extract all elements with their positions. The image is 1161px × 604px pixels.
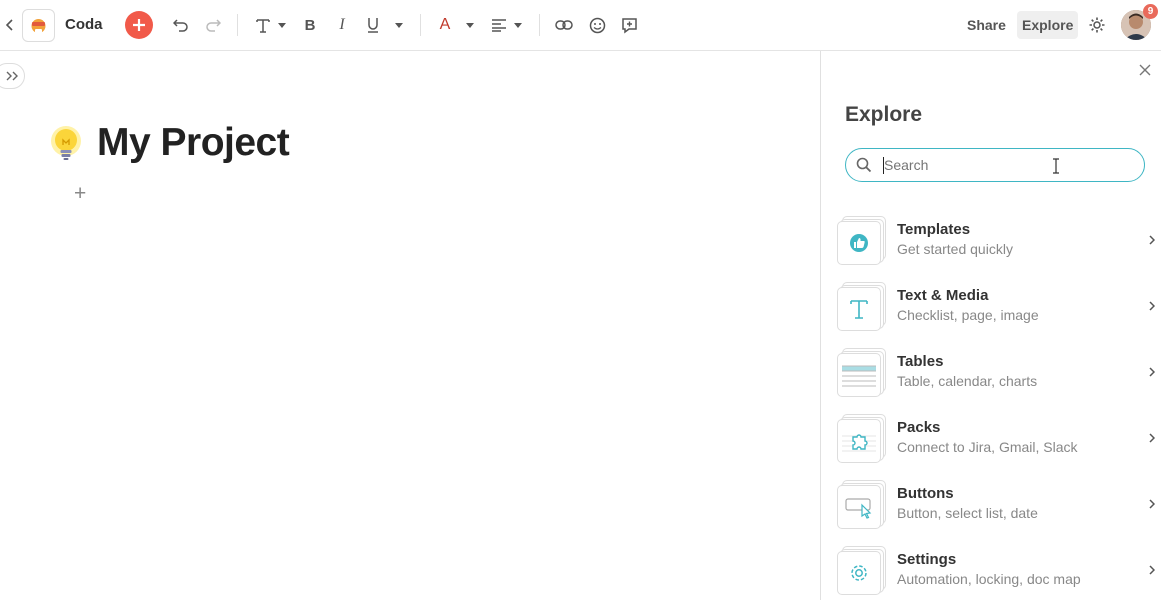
app-logo[interactable] <box>22 9 55 42</box>
redo-icon[interactable] <box>205 17 221 33</box>
explore-item-title: Packs <box>897 419 941 436</box>
align-dropdown-icon[interactable] <box>514 23 522 28</box>
toolbar-divider <box>237 14 238 36</box>
page-title[interactable]: My Project <box>97 121 290 165</box>
notification-badge: 9 <box>1143 4 1158 19</box>
more-format-dropdown-icon[interactable] <box>395 23 403 28</box>
chevron-right-icon <box>1149 231 1156 248</box>
expand-sidebar-button[interactable] <box>0 63 25 89</box>
double-chevron-right-icon <box>6 71 18 81</box>
explore-item-templates[interactable]: Templates Get started quickly <box>837 216 1156 274</box>
top-toolbar: Coda B I A Share Explore 9 <box>0 0 1161 51</box>
back-chevron-icon[interactable] <box>4 17 16 33</box>
settings-gear-icon[interactable] <box>1088 16 1106 34</box>
add-button[interactable] <box>125 11 153 39</box>
search-box[interactable] <box>845 148 1145 182</box>
chevron-right-icon <box>1149 429 1156 446</box>
explore-item-title: Templates <box>897 221 971 238</box>
plus-icon <box>133 19 145 31</box>
text-color-dropdown-icon[interactable] <box>466 23 474 28</box>
puzzle-icon <box>842 434 876 452</box>
explore-item-packs[interactable]: Packs Connect to Jira, Gmail, Slack <box>837 414 1156 472</box>
search-input[interactable] <box>884 154 1124 176</box>
templates-card-stack <box>837 216 887 266</box>
explore-item-text-media[interactable]: Text & Media Checklist, page, image <box>837 282 1156 340</box>
explore-item-buttons[interactable]: Buttons Button, select list, date <box>837 480 1156 538</box>
explore-item-subtitle: Connect to Jira, Gmail, Slack <box>897 439 1078 455</box>
explore-item-subtitle: Checklist, page, image <box>897 307 1039 323</box>
button-cursor-icon <box>845 498 872 519</box>
ibeam-cursor-icon <box>1053 158 1059 174</box>
lightbulb-icon <box>51 126 81 160</box>
bold-icon[interactable]: B <box>303 17 317 33</box>
text-t-icon <box>850 300 868 319</box>
coda-logo-icon <box>31 19 46 33</box>
explore-item-title: Settings <box>897 551 957 568</box>
explore-item-settings[interactable]: Settings Automation, locking, doc map <box>837 546 1156 604</box>
close-icon[interactable] <box>1138 63 1152 77</box>
explore-item-subtitle: Automation, locking, doc map <box>897 571 1081 587</box>
explore-item-subtitle: Table, calendar, charts <box>897 373 1038 389</box>
italic-icon[interactable]: I <box>336 17 348 33</box>
tables-card-stack <box>837 348 887 398</box>
link-icon[interactable] <box>555 17 573 33</box>
text-color-icon[interactable]: A <box>438 16 452 34</box>
gear-icon <box>851 565 867 581</box>
packs-card-stack <box>837 414 887 464</box>
explore-panel: Explore Templates Get started quickly <box>820 51 1161 600</box>
align-left-icon[interactable] <box>491 17 507 33</box>
text-style-icon[interactable] <box>254 15 272 35</box>
toolbar-divider <box>539 14 540 36</box>
chevron-right-icon <box>1149 495 1156 512</box>
chevron-right-icon <box>1149 363 1156 380</box>
thumbs-up-icon <box>850 234 868 252</box>
chevron-right-icon <box>1149 561 1156 578</box>
search-icon <box>856 157 872 173</box>
explore-button[interactable]: Explore <box>1017 11 1079 39</box>
chevron-right-icon <box>1149 297 1156 314</box>
underline-icon[interactable] <box>366 16 380 34</box>
add-block-button[interactable]: + <box>74 182 86 206</box>
settings-card-stack <box>837 546 887 596</box>
explore-heading: Explore <box>845 103 923 126</box>
app-name[interactable]: Coda <box>65 16 103 33</box>
undo-icon[interactable] <box>173 17 189 33</box>
table-icon <box>842 365 876 387</box>
explore-item-title: Tables <box>897 353 944 370</box>
text-media-card-stack <box>837 282 887 332</box>
share-button[interactable]: Share <box>967 17 1006 33</box>
explore-item-subtitle: Button, select list, date <box>897 505 1038 521</box>
buttons-card-stack <box>837 480 887 530</box>
explore-item-subtitle: Get started quickly <box>897 241 1013 257</box>
emoji-icon[interactable] <box>588 16 606 34</box>
add-comment-icon[interactable] <box>620 16 638 34</box>
toolbar-divider <box>420 14 421 36</box>
page-icon[interactable] <box>48 124 86 164</box>
text-style-dropdown-icon[interactable] <box>278 23 286 28</box>
explore-item-title: Buttons <box>897 485 954 502</box>
explore-item-title: Text & Media <box>897 287 989 304</box>
explore-item-tables[interactable]: Tables Table, calendar, charts <box>837 348 1156 406</box>
